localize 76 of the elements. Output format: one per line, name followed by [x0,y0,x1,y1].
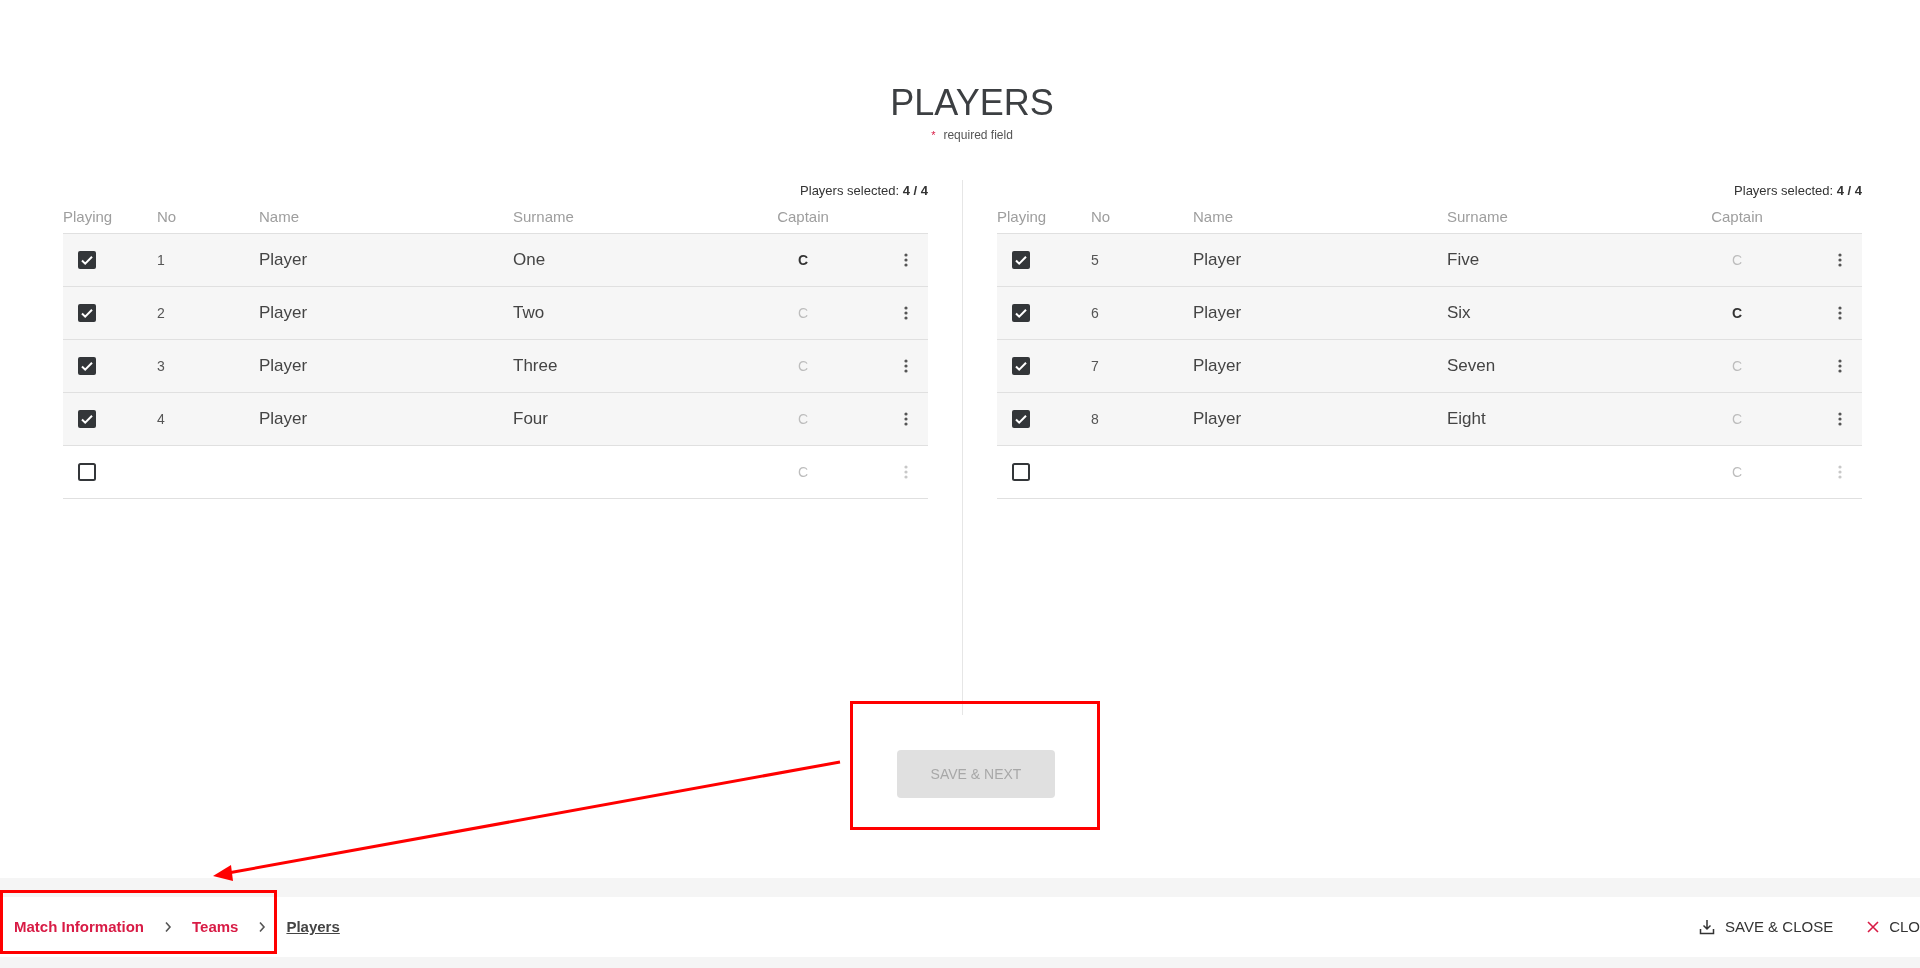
table-cell-text: Player [259,302,308,325]
table-cell-text: Player [1193,355,1242,378]
table-cell-text: Player [1193,249,1242,272]
table-cell-text: Eight [1447,408,1486,431]
column-header: Surname [513,207,574,228]
chevron-right-icon [258,921,267,933]
more-options-icon[interactable] [904,253,908,267]
more-options-icon[interactable] [904,306,908,320]
column-header: Playing [63,207,113,228]
checkbox[interactable] [78,357,96,375]
required-asterisk: * [931,127,936,143]
column-header: Surname [1447,207,1508,228]
checkbox[interactable] [78,304,96,322]
captain-toggle[interactable]: C [797,249,809,271]
players-selected-label: Players selected: 4 / 4 [1734,182,1862,201]
table-cell-text: Player [259,355,308,378]
checkbox[interactable] [1012,357,1030,375]
table-cell-text: 6 [1091,303,1099,323]
breadcrumb-link[interactable]: Players [286,915,340,939]
page-title: PLAYERS [890,82,1054,124]
column-header: Captain [777,207,829,228]
column-header: Name [259,207,299,228]
column-header: No [1091,207,1111,228]
players-selected-label: Players selected: 4 / 4 [800,182,928,201]
captain-toggle[interactable]: C [797,408,809,430]
table-cell-text: Player [1193,302,1242,325]
column-header: Playing [997,207,1047,228]
checkbox[interactable] [78,410,96,428]
column-header: No [157,207,177,228]
more-options-icon[interactable] [904,412,908,426]
table-cell-text: Four [513,408,548,431]
table-cell-text: One [513,249,546,272]
checkbox[interactable] [78,251,96,269]
table-cell-text: 5 [1091,250,1099,270]
table-cell-text: 4 [157,409,165,429]
close-icon [1867,921,1880,933]
table-cell-text: Five [1447,249,1480,272]
checkbox[interactable] [1012,410,1030,428]
table-cell-text: 1 [157,250,165,270]
more-options-icon[interactable] [904,359,908,373]
captain-toggle[interactable]: C [797,461,809,483]
column-header: Name [1193,207,1233,228]
table-cell-text: 2 [157,303,165,323]
more-options-icon[interactable] [1838,359,1842,373]
table-cell-text: Player [1193,408,1242,431]
download-icon [1699,919,1716,935]
checkbox[interactable] [1012,251,1030,269]
more-options-icon[interactable] [1838,412,1842,426]
breadcrumb-link[interactable]: Teams [192,915,239,939]
table-cell-text: Six [1447,302,1471,325]
checkbox[interactable] [1012,304,1030,322]
close-button[interactable]: CLO [1867,915,1920,939]
required-field-note: required field [943,127,1013,144]
column-header: Captain [1711,207,1763,228]
save-close-button[interactable]: SAVE & CLOSE [1699,915,1834,939]
more-options-icon[interactable] [1838,253,1842,267]
captain-toggle[interactable]: C [1731,461,1743,483]
captain-toggle[interactable]: C [1731,302,1743,324]
table-cell-text: 3 [157,356,165,376]
table-cell-text: 7 [1091,356,1099,376]
captain-toggle[interactable]: C [797,355,809,377]
checkbox[interactable] [78,463,96,481]
captain-toggle[interactable]: C [1731,355,1743,377]
table-cell-text: Player [259,408,308,431]
table-cell-text: 8 [1091,409,1099,429]
more-options-icon[interactable] [1838,306,1842,320]
chevron-right-icon [164,921,172,933]
table-cell-text: Seven [1447,355,1496,378]
captain-toggle[interactable]: C [1731,408,1743,430]
table-cell-text: Player [259,249,308,272]
checkbox[interactable] [1012,463,1030,481]
table-cell-text: Three [513,355,558,378]
captain-toggle[interactable]: C [797,302,809,324]
table-cell-text: Two [513,302,545,325]
breadcrumb-link[interactable]: Match Information [14,915,144,939]
captain-toggle[interactable]: C [1731,249,1743,271]
